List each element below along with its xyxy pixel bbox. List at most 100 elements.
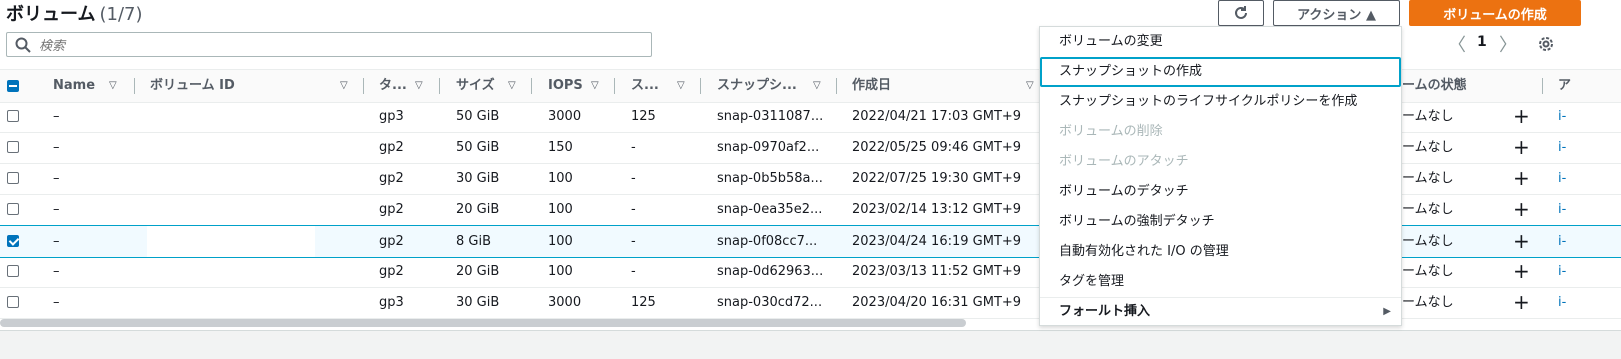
sort-icon[interactable]: ▽ [340,70,348,102]
cell-throughput: - [631,234,636,249]
refresh-icon [1235,6,1247,19]
cell-name: – [53,171,60,186]
column-header-type[interactable]: タ... ▽ [379,70,434,102]
sort-icon[interactable]: ▽ [677,70,685,102]
plus-icon[interactable]: + [1513,194,1530,225]
column-header-volume-id[interactable]: ボリューム ID ▽ [150,70,360,102]
column-header-attach-state[interactable]: ームの状態 [1402,70,1522,102]
column-divider[interactable] [836,78,837,94]
cell-attach-state: ームなし [1402,109,1454,124]
page-title: ボリューム (1/7) [6,0,142,26]
details-panel-divider[interactable] [0,330,1621,359]
column-header-snapshot[interactable]: スナップシ... ▽ [717,70,837,102]
column-divider[interactable] [1542,78,1543,94]
plus-icon[interactable]: + [1513,256,1530,287]
cell-size: 30 GiB [456,295,500,310]
menu-item[interactable]: ボリュームの変更 [1040,27,1401,57]
column-divider[interactable] [363,78,364,94]
column-label: ームの状態 [1402,78,1467,93]
prev-page-button[interactable]: 〈 [1448,31,1466,57]
column-divider[interactable] [531,78,532,94]
sort-icon[interactable]: ▽ [109,70,117,102]
sort-icon[interactable]: ▽ [415,70,423,102]
cell-name: – [53,109,60,124]
plus-icon[interactable]: + [1513,101,1530,132]
column-header-created[interactable]: 作成日 ▽ [852,70,1042,102]
column-divider[interactable] [439,78,440,94]
menu-item[interactable]: スナップショットのライフサイクルポリシーを作成 [1040,87,1401,117]
cell-attach-state: ームなし [1402,295,1454,310]
cell-name: – [53,295,60,310]
column-header-throughput[interactable]: ス... ▽ [631,70,696,102]
column-label: Name [53,78,96,93]
cell-attached-instance[interactable]: i- [1558,132,1566,163]
sort-icon[interactable]: ▽ [1026,70,1034,102]
cell-volume-type: gp2 [379,264,404,279]
page-title-text: ボリューム [6,4,96,25]
cell-attached-instance[interactable]: i- [1558,163,1566,194]
cell-attach-state: ームなし [1402,234,1454,249]
row-checkbox[interactable] [7,265,19,277]
column-header-attached[interactable]: ア [1558,70,1588,102]
cell-size: 8 GiB [456,234,492,249]
row-checkbox[interactable] [7,141,19,153]
search-box[interactable] [6,32,652,57]
menu-item[interactable]: スナップショットの作成 [1040,57,1401,87]
cell-attached-instance[interactable]: i- [1558,194,1566,225]
selection-count: (1/7) [99,4,143,25]
next-page-button[interactable]: 〉 [1499,31,1517,57]
cell-volume-type: gp2 [379,140,404,155]
menu-item[interactable]: 自動有効化された I/O の管理 [1040,237,1401,267]
cell-volume-type: gp2 [379,171,404,186]
cell-attach-state: ームなし [1402,140,1454,155]
row-checkbox[interactable] [7,110,19,122]
cell-name: – [53,264,60,279]
column-label: IOPS [548,78,583,93]
cell-attached-instance[interactable]: i- [1558,226,1566,257]
plus-icon[interactable]: + [1513,287,1530,318]
cell-iops: 100 [548,264,573,279]
row-checkbox[interactable] [7,296,19,308]
column-divider[interactable] [614,78,615,94]
cell-attach-state: ームなし [1402,171,1454,186]
horizontal-scrollbar[interactable] [0,319,966,327]
column-label: スナップシ... [717,78,797,93]
cell-snapshot: snap-030cd72... [717,295,823,310]
cell-size: 30 GiB [456,171,500,186]
cell-attached-instance[interactable]: i- [1558,256,1566,287]
menu-item[interactable]: フォールト挿入 ▶ [1040,297,1401,327]
select-all-checkbox[interactable] [7,80,19,92]
cell-attached-instance[interactable]: i- [1558,101,1566,132]
cell-volume-type: gp2 [379,202,404,217]
sort-icon[interactable]: ▽ [813,70,821,102]
gear-icon[interactable] [1537,35,1555,57]
column-header-name[interactable]: Name ▽ [53,70,133,102]
column-header-iops[interactable]: IOPS ▽ [548,70,613,102]
plus-icon[interactable]: + [1513,226,1530,257]
menu-item[interactable]: ボリュームのデタッチ [1040,177,1401,207]
create-volume-button[interactable]: ボリュームの作成 [1409,0,1581,26]
column-label: タ... [379,78,407,93]
column-divider[interactable] [134,78,135,94]
column-header-size[interactable]: サイズ ▽ [456,70,526,102]
search-input[interactable] [37,36,641,56]
sort-icon[interactable]: ▽ [508,70,516,102]
actions-button[interactable]: アクション ▲ [1273,0,1400,26]
plus-icon[interactable]: + [1513,132,1530,163]
cell-snapshot: snap-0b5b58a... [717,171,823,186]
page-number[interactable]: 1 [1477,34,1487,50]
column-divider[interactable] [700,78,701,94]
cell-attached-instance[interactable]: i- [1558,287,1566,318]
sort-icon[interactable]: ▽ [591,70,599,102]
plus-icon[interactable]: + [1513,163,1530,194]
cell-name: – [53,140,60,155]
row-checkbox[interactable] [7,203,19,215]
refresh-button[interactable] [1218,0,1264,26]
menu-item[interactable]: ボリュームの強制デタッチ [1040,207,1401,237]
cell-snapshot: snap-0d62963... [717,264,824,279]
row-checkbox[interactable] [7,172,19,184]
menu-item[interactable]: タグを管理 [1040,267,1401,297]
menu-item-label: 自動有効化された I/O の管理 [1059,244,1229,259]
menu-item-label: ボリュームのアタッチ [1059,154,1189,169]
row-checkbox[interactable] [7,235,19,247]
